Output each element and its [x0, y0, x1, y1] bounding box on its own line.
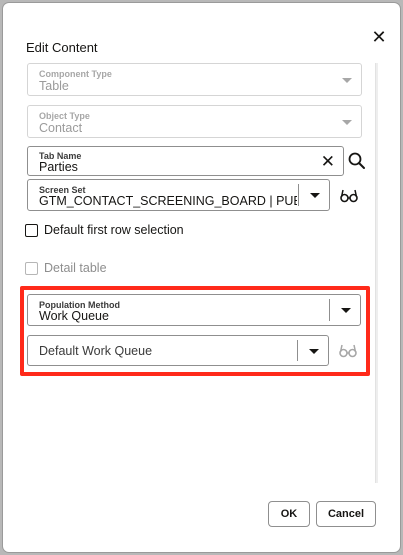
search-icon[interactable] [347, 151, 367, 171]
ok-button[interactable]: OK [268, 501, 310, 527]
component-type-label: Component Type [39, 69, 112, 79]
close-icon[interactable]: ✕ [369, 27, 389, 47]
component-type-dropdown-button [331, 68, 361, 91]
chevron-down-icon [310, 193, 320, 198]
default-first-row-label[interactable]: Default first row selection [44, 223, 184, 237]
clear-icon[interactable]: ✕ [321, 152, 335, 172]
highlight-box [20, 286, 370, 376]
dialog-title: Edit Content [26, 40, 98, 55]
detail-table-label: Detail table [44, 261, 107, 275]
chevron-down-icon [342, 119, 352, 125]
cancel-button[interactable]: Cancel [316, 501, 376, 527]
object-type-dropdown-button [331, 110, 361, 133]
tab-name-input[interactable]: Tab Name Parties ✕ [27, 146, 344, 176]
screen-set-value: GTM_CONTACT_SCREENING_BOARD | PUB [39, 194, 297, 208]
screen-set-select[interactable]: Screen Set GTM_CONTACT_SCREENING_BOARD |… [27, 179, 330, 211]
detail-table-checkbox [25, 262, 38, 275]
edit-content-dialog: Edit Content ✕ Component Type Table Obje… [3, 3, 400, 552]
tab-name-value[interactable]: Parties [39, 160, 78, 174]
object-type-value: Contact [39, 121, 83, 135]
object-type-select: Object Type Contact [27, 105, 362, 138]
default-first-row-checkbox[interactable] [25, 224, 38, 237]
glasses-icon[interactable] [339, 186, 359, 206]
component-type-select: Component Type Table [27, 63, 362, 96]
object-type-label: Object Type [39, 111, 90, 121]
chevron-down-icon [342, 77, 352, 83]
component-type-value: Table [39, 79, 69, 93]
scrollbar[interactable] [375, 63, 378, 483]
screen-set-dropdown-button[interactable] [298, 184, 329, 206]
